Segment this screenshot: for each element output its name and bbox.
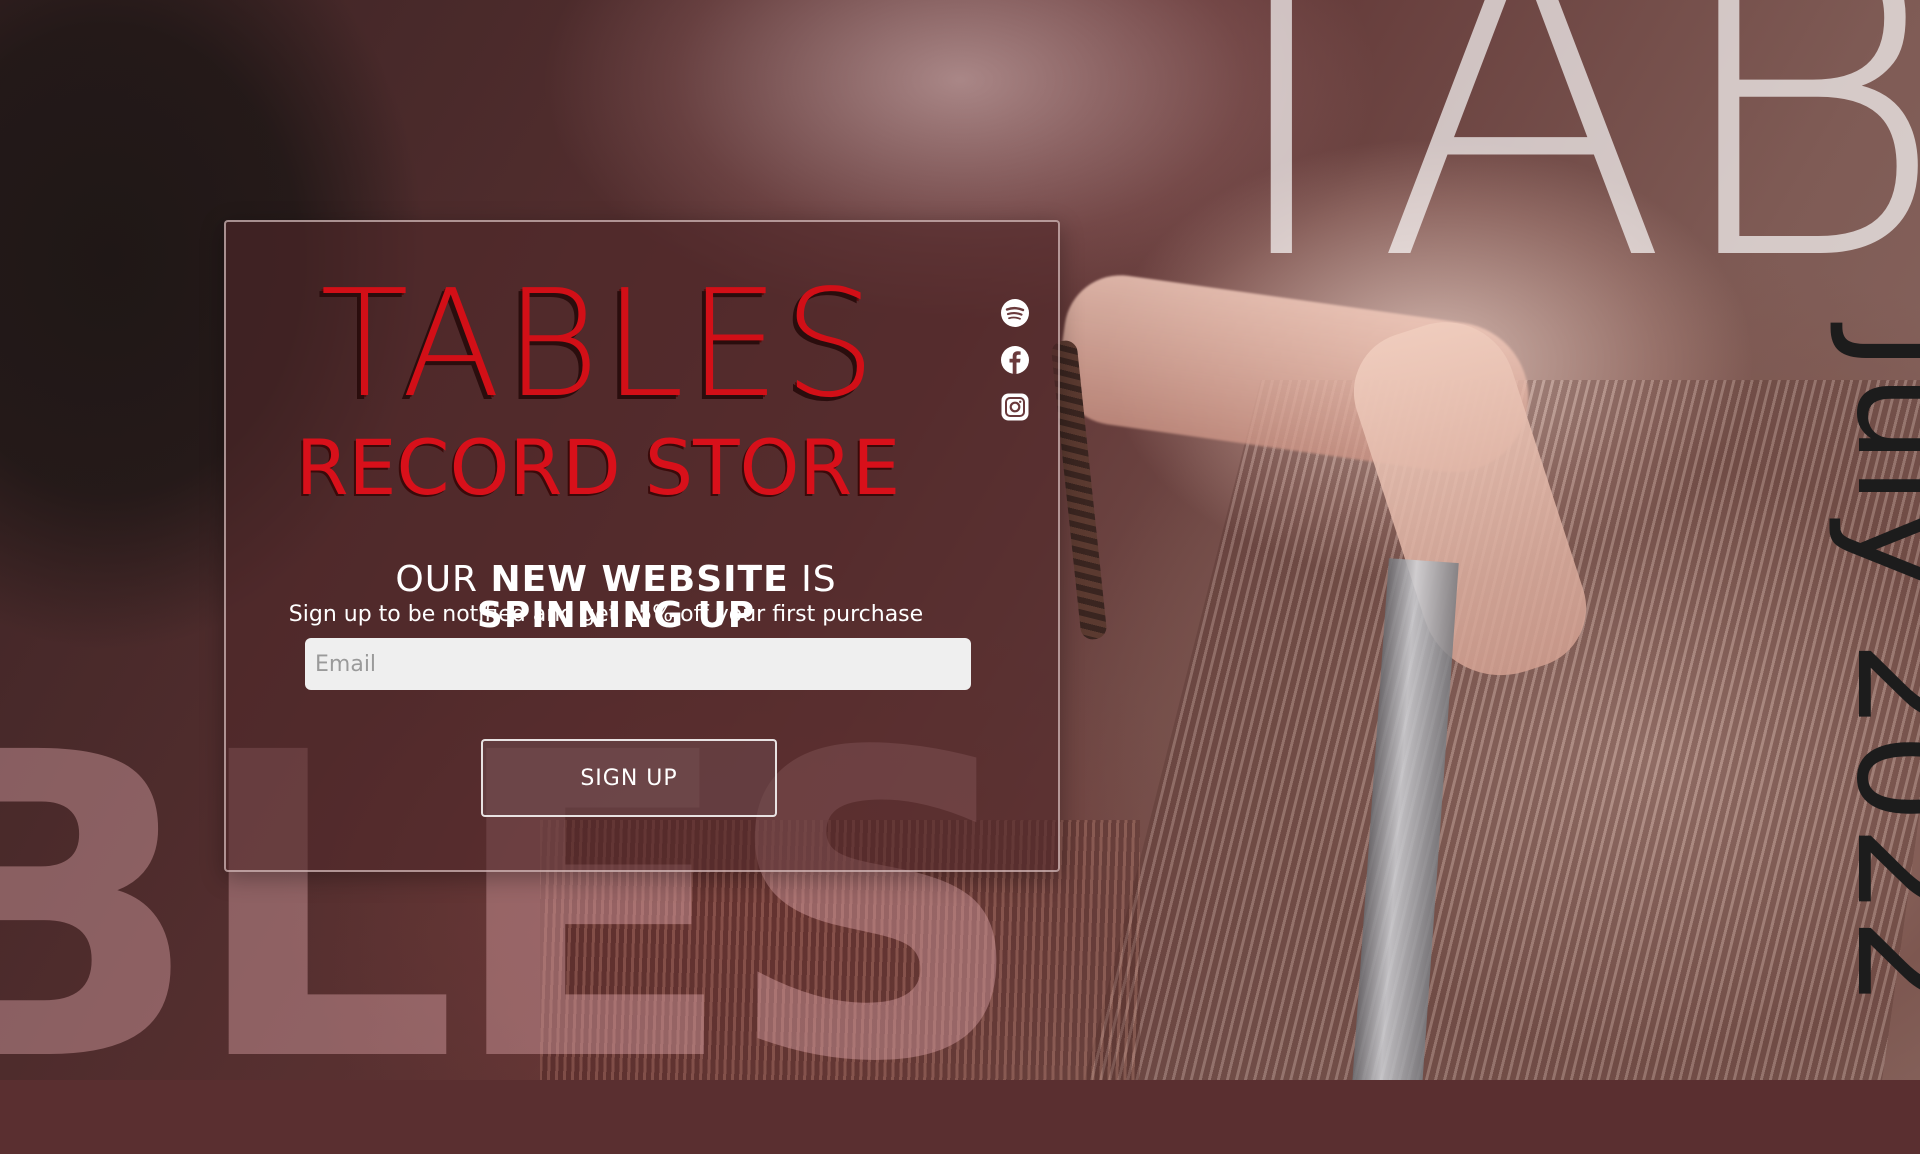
- spotify-link[interactable]: [1000, 298, 1030, 328]
- vertical-date: July 2022: [1825, 330, 1920, 1010]
- instagram-icon: [1001, 393, 1029, 421]
- signup-description: Sign up to be notified and get 15% off y…: [288, 602, 924, 627]
- logo-title: TABLES: [320, 258, 880, 430]
- headline-word-2: NEW WEBSITE: [490, 559, 789, 600]
- background-big-text-top: TAB: [1150, 0, 1920, 355]
- headline-word-1: OUR: [395, 559, 491, 600]
- vertical-date-container: July 2022: [1825, 330, 1920, 1090]
- instagram-link[interactable]: [1000, 392, 1030, 422]
- email-field[interactable]: [305, 638, 971, 690]
- signup-card: TABLES RECORD STORE OUR NEW WEBSITE IS S…: [224, 220, 1060, 872]
- social-links: [1000, 298, 1030, 422]
- signup-button[interactable]: SIGN UP: [481, 739, 777, 817]
- facebook-icon: [1001, 346, 1029, 374]
- logo-subtitle: RECORD STORE: [295, 423, 901, 512]
- headline-word-3: IS: [788, 559, 837, 600]
- spotify-icon: [1001, 299, 1029, 327]
- facebook-link[interactable]: [1000, 345, 1030, 375]
